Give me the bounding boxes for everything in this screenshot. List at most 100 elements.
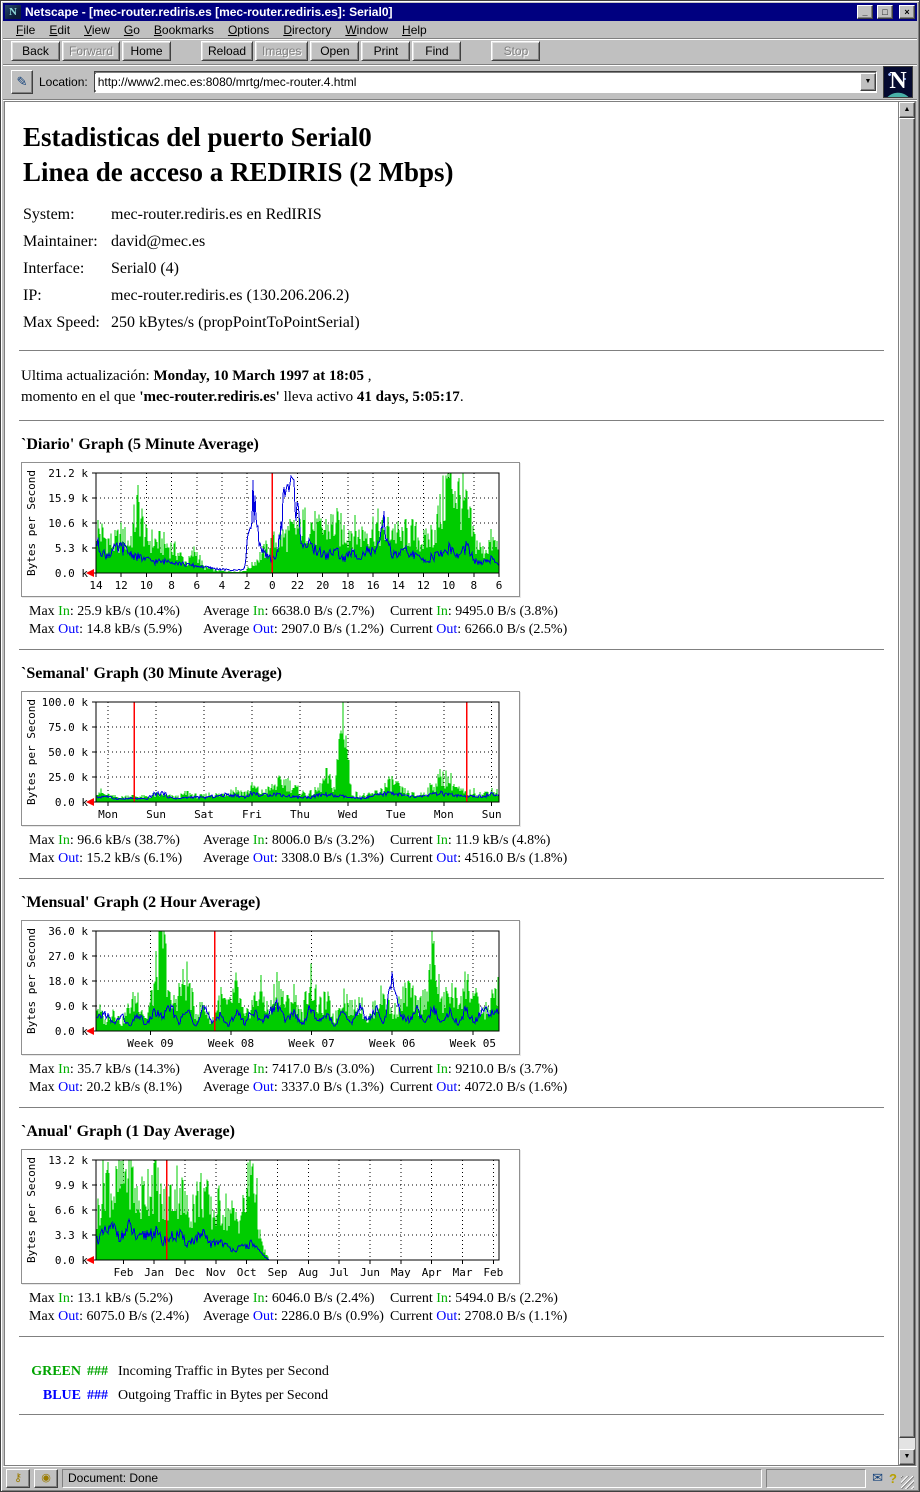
scroll-down-icon[interactable]: ▼: [899, 1449, 915, 1465]
weekly-stats-table: Max In: 96.6 kB/s (38.7%)Average In: 800…: [23, 832, 567, 868]
info-label: Interface:: [23, 260, 111, 278]
svg-text:8: 8: [168, 579, 175, 592]
svg-text:0.0 k: 0.0 k: [55, 796, 88, 809]
stat-max-in: Max In: 25.9 kB/s (10.4%): [23, 603, 197, 621]
divider: [19, 350, 884, 354]
stat-average-in: Average In: 6638.0 B/s (2.7%): [197, 603, 384, 621]
security-key-icon[interactable]: ⚷: [6, 1469, 30, 1488]
stat-current-in: Current In: 9210.0 B/s (3.7%): [384, 1061, 567, 1079]
svg-text:50.0 k: 50.0 k: [48, 746, 88, 759]
window-title: Netscape - [mec-router.rediris.es [mec-r…: [25, 5, 853, 19]
svg-text:Dec: Dec: [175, 1266, 195, 1279]
url-input[interactable]: [95, 74, 860, 90]
weekly-graph-image: Bytes per Second100.0 k75.0 k50.0 k25.0 …: [21, 691, 520, 826]
netscape-seal-icon[interactable]: ◉: [34, 1469, 58, 1488]
location-label: Location:: [39, 75, 88, 89]
title-bar: N Netscape - [mec-router.rediris.es [mec…: [3, 3, 917, 21]
content-area: Estadisticas del puerto Serial0 Linea de…: [4, 101, 916, 1466]
svg-text:Mar: Mar: [453, 1266, 473, 1279]
stat-max-out: Max Out: 14.8 kB/s (5.9%): [23, 621, 197, 639]
svg-text:Sun: Sun: [146, 808, 166, 821]
svg-text:0: 0: [269, 579, 276, 592]
menu-options[interactable]: Options: [221, 22, 276, 38]
menu-directory[interactable]: Directory: [276, 22, 338, 38]
scrollbar-track[interactable]: [899, 1438, 915, 1449]
stat-current-in: Current In: 9495.0 B/s (3.8%): [384, 603, 567, 621]
netscape-logo[interactable]: N: [883, 66, 913, 98]
menu-bookmarks[interactable]: Bookmarks: [147, 22, 221, 38]
daily-stats-table: Max In: 25.9 kB/s (10.4%)Average In: 663…: [23, 603, 567, 639]
svg-text:Week 07: Week 07: [288, 1037, 334, 1050]
find-button[interactable]: Find: [412, 41, 461, 61]
svg-text:Jun: Jun: [360, 1266, 380, 1279]
svg-text:22: 22: [291, 579, 304, 592]
svg-text:6: 6: [193, 579, 200, 592]
stat-max-out: Max Out: 20.2 kB/s (8.1%): [23, 1079, 197, 1097]
svg-text:Week 05: Week 05: [450, 1037, 496, 1050]
svg-text:0.0 k: 0.0 k: [55, 1025, 88, 1038]
divider: [19, 1107, 884, 1111]
legend-incoming: GREEN###Incoming Traffic in Bytes per Se…: [23, 1364, 884, 1380]
svg-text:4: 4: [219, 579, 226, 592]
images-button: Images: [255, 41, 308, 61]
svg-text:18.0 k: 18.0 k: [48, 975, 88, 988]
link-pen-icon[interactable]: ✎: [11, 70, 33, 94]
svg-text:3.3 k: 3.3 k: [55, 1229, 88, 1242]
svg-text:2: 2: [244, 579, 251, 592]
svg-text:Week 08: Week 08: [208, 1037, 254, 1050]
svg-text:27.0 k: 27.0 k: [48, 950, 88, 963]
back-button[interactable]: Back: [11, 41, 60, 61]
svg-text:6.6 k: 6.6 k: [55, 1204, 88, 1217]
menu-window[interactable]: Window: [338, 22, 395, 38]
mail-envelope-icon[interactable]: ✉: [870, 1470, 885, 1486]
legend-outgoing: BLUE###Outgoing Traffic in Bytes per Sec…: [23, 1388, 884, 1404]
url-box: ▼: [94, 71, 877, 93]
stat-current-out: Current Out: 6266.0 B/s (2.5%): [384, 621, 567, 639]
svg-text:Feb: Feb: [113, 1266, 133, 1279]
scrollbar-thumb[interactable]: [899, 118, 915, 1438]
graph-sections: `Diario' Graph (5 Minute Average)Bytes p…: [19, 436, 884, 1340]
stat-max-in: Max In: 96.6 kB/s (38.7%): [23, 832, 197, 850]
svg-text:25.0 k: 25.0 k: [48, 771, 88, 784]
menu-help[interactable]: Help: [395, 22, 434, 38]
divider: [19, 1336, 884, 1340]
svg-text:6: 6: [496, 579, 503, 592]
info-row: Maintainer:david@mec.es: [23, 233, 884, 251]
svg-text:12: 12: [417, 579, 430, 592]
svg-text:8: 8: [471, 579, 478, 592]
svg-text:May: May: [391, 1266, 411, 1279]
resize-grip[interactable]: [901, 1476, 914, 1489]
open-button[interactable]: Open: [310, 41, 359, 61]
stat-current-out: Current Out: 4516.0 B/s (1.8%): [384, 850, 567, 868]
print-button[interactable]: Print: [361, 41, 410, 61]
stat-max-out: Max Out: 15.2 kB/s (6.1%): [23, 850, 197, 868]
svg-text:13.2 k: 13.2 k: [48, 1154, 88, 1167]
svg-text:Week 06: Week 06: [369, 1037, 415, 1050]
maximize-button[interactable]: □: [877, 5, 893, 19]
reload-button[interactable]: Reload: [201, 41, 253, 61]
vertical-scrollbar[interactable]: ▲ ▼: [899, 102, 915, 1465]
close-button[interactable]: ×: [899, 5, 915, 19]
toolbar-gap: [173, 41, 199, 64]
svg-text:Mon: Mon: [98, 808, 118, 821]
svg-text:9.0 k: 9.0 k: [55, 1000, 88, 1013]
menu-file[interactable]: File: [9, 22, 42, 38]
netscape-window: N Netscape - [mec-router.rediris.es [mec…: [0, 0, 920, 1492]
stat-average-out: Average Out: 3337.0 B/s (1.3%): [197, 1079, 384, 1097]
stat-max-out: Max Out: 6075.0 B/s (2.4%): [23, 1308, 197, 1326]
svg-text:36.0 k: 36.0 k: [48, 925, 88, 938]
home-button[interactable]: Home: [122, 41, 171, 61]
monthly-graph-heading: `Mensual' Graph (2 Hour Average): [21, 894, 884, 912]
url-dropdown-icon[interactable]: ▼: [860, 73, 876, 91]
svg-text:Sep: Sep: [268, 1266, 288, 1279]
svg-text:14: 14: [392, 579, 406, 592]
scroll-up-icon[interactable]: ▲: [899, 102, 915, 118]
menu-view[interactable]: View: [77, 22, 117, 38]
minimize-button[interactable]: _: [857, 5, 873, 19]
menu-go[interactable]: Go: [117, 22, 147, 38]
menu-edit[interactable]: Edit: [42, 22, 77, 38]
divider: [19, 420, 884, 424]
svg-text:18: 18: [341, 579, 354, 592]
stat-current-in: Current In: 5494.0 B/s (2.2%): [384, 1290, 567, 1308]
svg-text:10: 10: [442, 579, 455, 592]
